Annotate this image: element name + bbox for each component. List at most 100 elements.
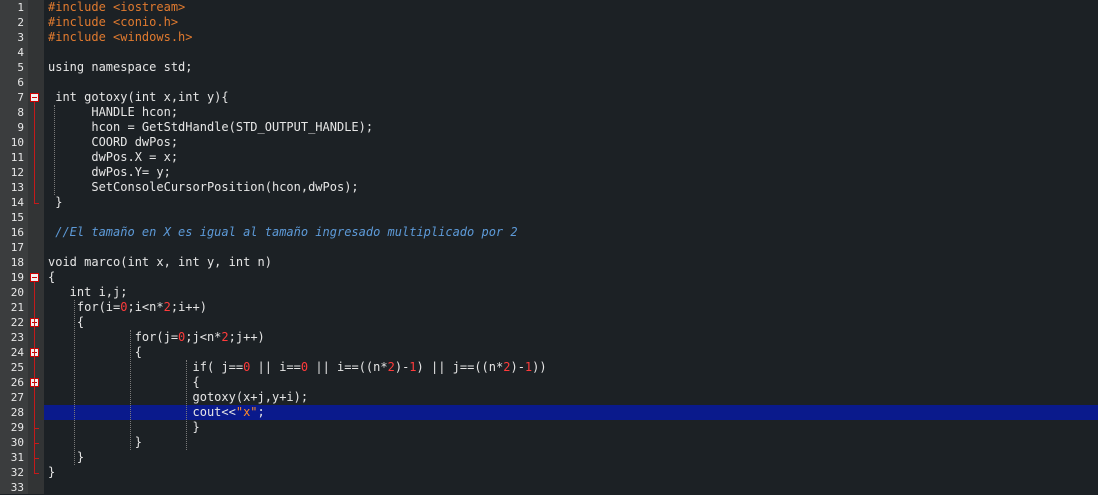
- code-line[interactable]: {: [48, 270, 55, 285]
- code-line[interactable]: {: [48, 345, 142, 360]
- line-number: 15: [10, 211, 24, 224]
- line-number: 5: [17, 61, 24, 74]
- line-number: 10: [10, 136, 24, 149]
- line-number: 4: [17, 46, 24, 59]
- code-line[interactable]: int gotoxy(int x,int y){: [48, 90, 229, 105]
- code-token: #include <iostream>: [48, 0, 186, 14]
- code-line[interactable]: hcon = GetStdHandle(STD_OUTPUT_HANDLE);: [48, 120, 373, 135]
- indent-guide: [130, 330, 131, 450]
- code-token: }: [48, 435, 142, 449]
- code-line[interactable]: if( j==0 || i==0 || i==((n*2)-1) || j==(…: [48, 360, 546, 375]
- code-line[interactable]: gotoxy(x+j,y+i);: [48, 390, 308, 405]
- line-number: 26: [10, 376, 24, 389]
- code-token: || i==((n*: [308, 360, 388, 374]
- code-token: cout<<: [48, 405, 236, 419]
- code-line[interactable]: for(j=0;j<n*2;j++): [48, 330, 265, 345]
- code-token: gotoxy(x+j,y+i);: [48, 390, 309, 404]
- line-number: 2: [17, 16, 24, 29]
- code-line[interactable]: void marco(int x, int y, int n): [48, 255, 272, 270]
- code-token: for(j=: [48, 330, 179, 344]
- code-token: ;j++): [228, 330, 265, 344]
- code-token: for(i=: [48, 300, 121, 314]
- line-number: 32: [10, 466, 24, 479]
- code-line[interactable]: HANDLE hcon;: [48, 105, 178, 120]
- line-number-gutter: 1 2 3 4 5 6 7 8 9 10 11 12 13 14 15 16 17 18 19 20 21 22 23 24 2…: [0, 0, 28, 494]
- code-token: )-: [394, 360, 410, 374]
- code-token: dwPos.X = x;: [48, 150, 179, 164]
- line-number: 9: [17, 121, 24, 134]
- indent-guide: [74, 300, 75, 465]
- code-token: ) || j==((n*: [416, 360, 504, 374]
- code-token: {: [48, 270, 56, 284]
- line-number: 21: [10, 301, 24, 314]
- line-number: 6: [17, 76, 24, 89]
- code-line[interactable]: }: [48, 195, 62, 210]
- fold-toggle-icon[interactable]: [30, 93, 39, 102]
- line-number: 20: [10, 286, 24, 299]
- line-number: 12: [10, 166, 24, 179]
- code-line[interactable]: {: [48, 375, 200, 390]
- code-line[interactable]: }: [48, 465, 55, 480]
- line-number: 22: [10, 316, 24, 329]
- code-line[interactable]: #include <windows.h>: [48, 30, 193, 45]
- code-line[interactable]: COORD dwPos;: [48, 135, 178, 150]
- code-line[interactable]: int i,j;: [48, 285, 128, 300]
- line-number: 18: [10, 256, 24, 269]
- code-token: }: [48, 450, 85, 464]
- code-token: "x": [235, 405, 258, 419]
- fold-range-end: [34, 203, 39, 204]
- code-token: HANDLE hcon;: [48, 105, 179, 119]
- line-number: 28: [10, 406, 24, 419]
- code-token: {: [48, 345, 142, 359]
- code-line[interactable]: #include <iostream>: [48, 0, 185, 15]
- code-token: ;j<n*: [185, 330, 222, 344]
- line-number: 1: [17, 1, 24, 14]
- code-token: using namespace std;: [48, 60, 193, 74]
- fold-range-end: [34, 428, 39, 429]
- code-token: }: [48, 195, 63, 209]
- code-line[interactable]: //El tamaño en X es igual al tamaño ingr…: [48, 225, 517, 240]
- line-number: 27: [10, 391, 24, 404]
- code-line[interactable]: }: [48, 450, 84, 465]
- code-token: || i==: [250, 360, 301, 374]
- line-number: 11: [10, 151, 24, 164]
- line-number: 7: [17, 91, 24, 104]
- code-token: dwPos.Y= y;: [48, 165, 171, 179]
- line-number: 19: [10, 271, 24, 284]
- code-line[interactable]: SetConsoleCursorPosition(hcon,dwPos);: [48, 180, 358, 195]
- line-number: 33: [10, 481, 24, 494]
- code-token: #include <windows.h>: [48, 30, 193, 44]
- fold-range-line: [34, 387, 35, 428]
- code-token: ;i++): [170, 300, 207, 314]
- code-token: 1: [409, 360, 417, 374]
- code-token: if( j==: [48, 360, 244, 374]
- line-number: 24: [10, 346, 24, 359]
- code-token: }: [48, 420, 200, 434]
- line-number: 16: [10, 226, 24, 239]
- code-line[interactable]: for(i=0;i<n*2;i++): [48, 300, 207, 315]
- code-line[interactable]: cout<<"x";: [48, 405, 265, 420]
- line-number: 14: [10, 196, 24, 209]
- code-line[interactable]: using namespace std;: [48, 60, 193, 75]
- code-line[interactable]: }: [48, 435, 142, 450]
- code-token: {: [48, 375, 200, 389]
- code-line[interactable]: dwPos.X = x;: [48, 150, 178, 165]
- code-token: COORD dwPos;: [48, 135, 179, 149]
- fold-toggle-icon[interactable]: [30, 273, 39, 282]
- code-line[interactable]: }: [48, 420, 200, 435]
- code-line[interactable]: {: [48, 315, 84, 330]
- fold-margin[interactable]: [28, 0, 44, 494]
- code-token: 2: [163, 300, 171, 314]
- line-number: 8: [17, 106, 24, 119]
- code-token: #include <conio.h>: [48, 15, 179, 29]
- fold-range-end: [34, 473, 39, 474]
- code-token: 2: [387, 360, 395, 374]
- code-line[interactable]: #include <conio.h>: [48, 15, 178, 30]
- code-line[interactable]: dwPos.Y= y;: [48, 165, 171, 180]
- indent-guide: [186, 360, 187, 450]
- code-token: int gotoxy(int x,int y){: [48, 90, 229, 104]
- code-token: }: [48, 465, 56, 479]
- code-token: ;: [257, 405, 265, 419]
- line-number: 23: [10, 331, 24, 344]
- code-editor[interactable]: 1 2 3 4 5 6 7 8 9 10 11 12 13 14 15 16 17 18 19 20 21 22 23 24 2…: [0, 0, 1098, 494]
